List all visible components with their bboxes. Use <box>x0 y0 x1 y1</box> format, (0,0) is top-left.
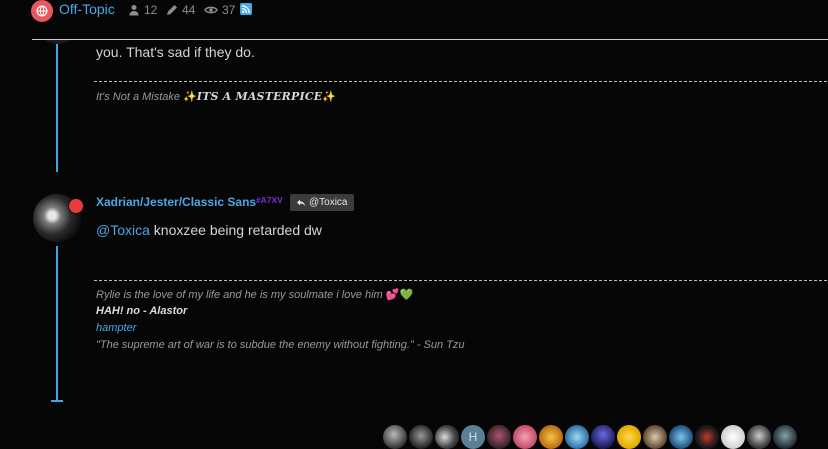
viewer-avatar[interactable] <box>591 425 615 449</box>
signature-text: It's Not a Mistake <box>96 91 181 103</box>
category-badge[interactable] <box>31 0 53 22</box>
timeline-line <box>56 42 58 172</box>
sparkle-icon: ✨ <box>322 91 337 103</box>
author-name[interactable]: Xadrian/Jester/Classic Sans <box>96 195 256 209</box>
eye-icon <box>204 6 218 14</box>
signature-line-4: "The supreme art of war is to subdue the… <box>96 339 465 351</box>
posters-count: 12 <box>144 3 158 17</box>
viewer-initial: H <box>468 430 478 444</box>
header-divider <box>32 39 828 40</box>
user-tag: #A7XV <box>256 196 283 205</box>
views-count: 37 <box>222 3 236 17</box>
hearts-emoji: 💕💚 <box>385 289 414 301</box>
globe-icon <box>36 5 48 17</box>
signature-quote: HAH! no - Alastor <box>96 305 188 317</box>
viewer-avatar[interactable] <box>409 425 433 449</box>
viewer-avatar[interactable] <box>643 425 667 449</box>
signature-divider <box>94 81 827 82</box>
previous-post-signature: It's Not a Mistake ✨ITS A MASTERPICE✨ <box>96 90 336 103</box>
signature-line-3[interactable]: hampter <box>96 322 136 334</box>
user-mention[interactable]: @Toxica <box>96 222 150 238</box>
post-text: knoxzee being retarded dw <box>153 222 322 238</box>
viewer-avatar[interactable] <box>669 425 693 449</box>
viewer-avatar[interactable]: H <box>461 425 485 449</box>
rss-feed-link[interactable] <box>240 3 252 15</box>
viewer-avatars: H <box>383 425 797 449</box>
posts-count: 44 <box>182 3 196 17</box>
viewer-avatar[interactable] <box>773 425 797 449</box>
signature-divider <box>94 280 827 281</box>
viewer-avatar[interactable] <box>513 425 537 449</box>
signature-line-1: Rylie is the love of my life and he is m… <box>96 288 413 301</box>
category-link[interactable]: Off-Topic <box>59 1 115 17</box>
reply-icon <box>297 199 305 206</box>
sparkle-icon: ✨ <box>183 91 197 103</box>
viewer-avatar[interactable] <box>487 425 511 449</box>
signature-emphasis: ITS A MASTERPICE <box>196 90 323 103</box>
viewer-avatar[interactable] <box>565 425 589 449</box>
posters-stat: 12 <box>128 3 157 17</box>
views-stat: 37 <box>204 3 235 17</box>
timeline-line <box>56 246 58 400</box>
status-indicator <box>68 198 84 214</box>
timeline-end <box>51 400 63 402</box>
reply-to-label: @Toxica <box>309 197 348 208</box>
signature-line-2: HAH! no - Alastor <box>96 305 187 317</box>
viewer-avatar[interactable] <box>383 425 407 449</box>
topic-header: Off-Topic 12 44 37 <box>0 0 828 40</box>
viewer-avatar[interactable] <box>747 425 771 449</box>
signature-text: Rylie is the love of my life and he is m… <box>96 289 383 301</box>
post-content: @Toxica knoxzee being retarded dw <box>96 222 322 238</box>
viewer-avatar[interactable] <box>617 425 641 449</box>
viewer-avatar[interactable] <box>721 425 745 449</box>
user-icon <box>129 5 139 16</box>
posts-stat: 44 <box>166 3 195 17</box>
viewer-avatar[interactable] <box>539 425 563 449</box>
rss-icon <box>241 5 250 14</box>
pencil-icon <box>167 5 177 15</box>
reply-to-button[interactable]: @Toxica <box>290 194 354 211</box>
viewer-avatar[interactable] <box>435 425 459 449</box>
previous-post-text: you. That's sad if they do. <box>96 44 255 60</box>
viewer-avatar[interactable] <box>695 425 719 449</box>
